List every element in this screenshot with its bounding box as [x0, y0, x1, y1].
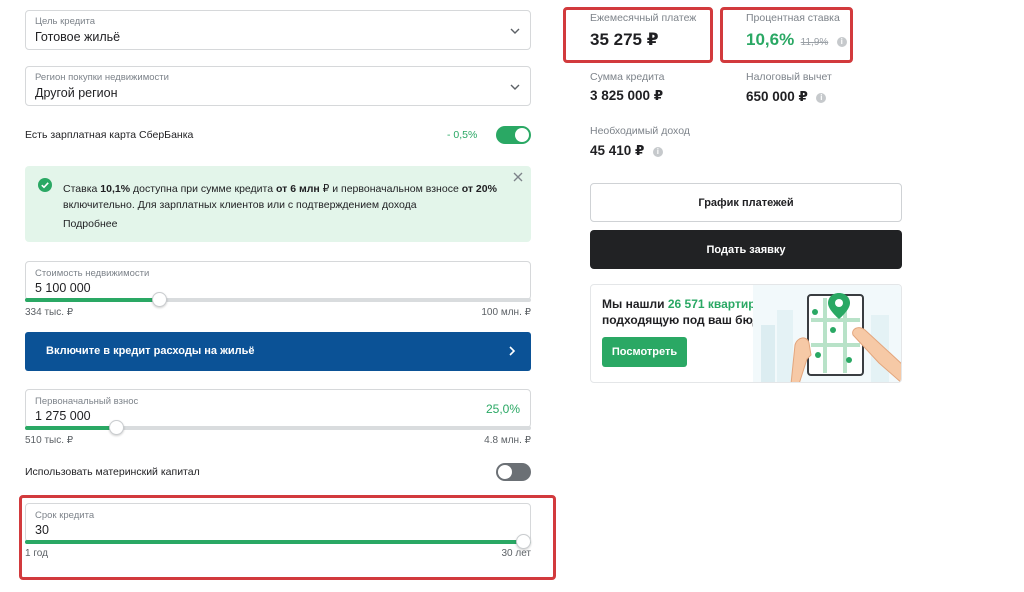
maternity-capital-toggle[interactable] [496, 463, 531, 481]
promo-text-1: Мы нашли [602, 297, 668, 311]
notice-text-1: Ставка [63, 183, 101, 195]
notice-payment: от 20% [461, 183, 497, 195]
loan-term-highlight [19, 495, 556, 580]
notice-rate: 10,1% [100, 183, 131, 195]
salary-card-label: Есть зарплатная карта СберБанка [25, 129, 194, 141]
info-icon[interactable]: i [816, 93, 827, 103]
property-cost-slider[interactable] [25, 292, 531, 307]
loan-sum-label: Сумма кредита [590, 71, 665, 83]
chevron-right-icon [509, 346, 516, 356]
down-payment-slider[interactable] [25, 420, 531, 435]
slider-handle[interactable] [151, 292, 167, 307]
salary-card-discount: - 0,5% [447, 129, 478, 141]
maternity-capital-label: Использовать материнский капитал [25, 466, 200, 478]
chevron-down-icon [510, 84, 520, 90]
slider-fill [25, 426, 117, 430]
down-payment-field[interactable]: Первоначальный взнос 1 275 000 25,0% [25, 389, 531, 428]
region-select[interactable]: Регион покупки недвижимости Другой регио… [25, 66, 531, 106]
slider-fill [25, 298, 160, 302]
down-payment-max: 4.8 млн. ₽ [484, 435, 531, 446]
tax-deduction-value: 650 000 ₽ [746, 89, 808, 104]
check-circle-icon [38, 178, 52, 192]
notice-text-3: ₽ и первоначальном взносе [319, 183, 462, 195]
apply-button[interactable]: Подать заявку [590, 230, 902, 269]
down-payment-label: Первоначальный взнос [35, 396, 139, 407]
expenses-banner-label: Включите в кредит расходы на жильё [46, 345, 255, 357]
monthly-payment-highlight [563, 7, 713, 63]
close-icon[interactable] [513, 172, 523, 182]
tax-deduction-label: Налоговый вычет [746, 71, 832, 83]
property-cost-max: 100 млн. ₽ [481, 307, 531, 318]
promo-card: Мы нашли 26 571 квартиру, подходящую под… [590, 284, 902, 383]
property-cost-label: Стоимость недвижимости [35, 268, 150, 279]
notice-more-link[interactable]: Подробнее [63, 218, 117, 230]
required-income-value: 45 410 ₽ [590, 143, 645, 158]
slider-handle[interactable] [108, 420, 124, 435]
required-income: 45 410 ₽ i [590, 142, 663, 160]
region-value: Другой регион [35, 86, 118, 100]
property-cost-value: 5 100 000 [35, 281, 91, 295]
expenses-banner[interactable]: Включите в кредит расходы на жильё [25, 332, 531, 371]
notice-sum: от 6 млн [275, 183, 320, 195]
property-cost-field[interactable]: Стоимость недвижимости 5 100 000 [25, 261, 531, 300]
loan-goal-value: Готовое жильё [35, 30, 121, 44]
down-payment-percent: 25,0% [485, 402, 520, 416]
view-button[interactable]: Посмотреть [602, 337, 687, 367]
interest-rate-highlight [720, 7, 853, 63]
salary-card-toggle[interactable] [496, 126, 531, 144]
loan-goal-label: Цель кредита [35, 16, 96, 27]
chevron-down-icon [510, 28, 520, 34]
info-icon[interactable]: i [652, 147, 663, 157]
notice-text-2: доступна при сумме кредита [130, 183, 276, 195]
region-label: Регион покупки недвижимости [35, 72, 169, 83]
rate-notice: Ставка 10,1% доступна при сумме кредита … [25, 166, 531, 242]
notice-text-4: включительно. Для зарплатных клиентов ил… [63, 199, 417, 211]
required-income-label: Необходимый доход [590, 125, 690, 137]
loan-sum-value: 3 825 000 ₽ [590, 88, 664, 103]
payment-schedule-button[interactable]: График платежей [590, 183, 902, 222]
toggle-knob [498, 465, 512, 479]
down-payment-min: 510 тыс. ₽ [25, 435, 74, 446]
notice-text: Ставка 10,1% доступна при сумме кредита … [63, 181, 503, 213]
tax-deduction: 650 000 ₽ i [746, 88, 827, 106]
property-cost-min: 334 тыс. ₽ [25, 307, 74, 318]
toggle-knob [515, 128, 529, 142]
down-payment-value: 1 275 000 [35, 409, 91, 423]
map-hands-illustration [753, 285, 901, 382]
promo-count: 26 571 квартиру [667, 297, 762, 311]
loan-goal-select[interactable]: Цель кредита Готовое жильё [25, 10, 531, 50]
